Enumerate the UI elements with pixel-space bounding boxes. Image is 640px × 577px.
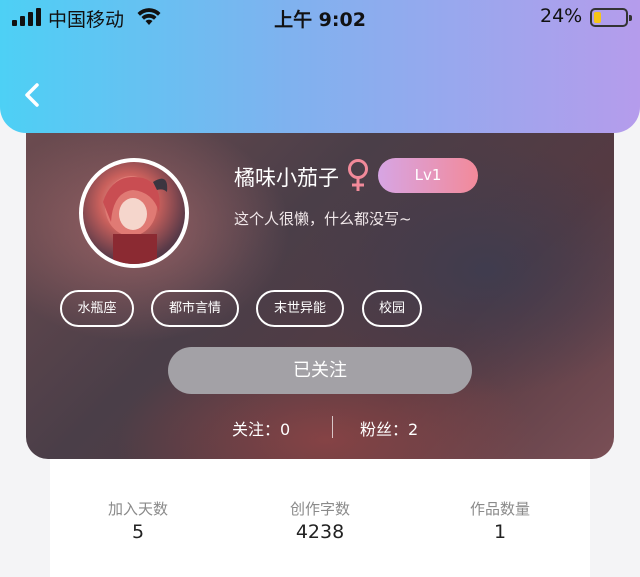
battery-percent: 24% [540, 5, 583, 27]
tag-item[interactable]: 都市言情 [151, 290, 239, 327]
tag-item[interactable]: 末世异能 [256, 290, 344, 327]
female-icon [348, 159, 368, 191]
divider [332, 416, 333, 438]
stat-label: 作品数量 [469, 500, 530, 518]
level-badge: Lv1 [378, 158, 478, 193]
stat-label: 加入天数 [107, 500, 168, 518]
battery-icon [590, 8, 632, 27]
profile-card: 橘味小茄子 Lv1 这个人很懒，什么都没写~ 水瓶座 都市言情 末世异能 校园 … [26, 110, 614, 459]
bio: 这个人很懒，什么都没写~ [234, 210, 412, 228]
fans-count[interactable]: 粉丝：2 [360, 416, 418, 440]
back-button[interactable] [18, 80, 48, 110]
stat-value: 5 [131, 521, 145, 543]
follow-button[interactable]: 已关注 [168, 347, 472, 394]
username: 橘味小茄子 [234, 166, 339, 190]
avatar[interactable] [79, 158, 189, 268]
tag-item[interactable]: 校园 [362, 290, 422, 327]
stat-works-count: 作品数量 1 [430, 498, 570, 543]
stat-value: 4238 [295, 521, 345, 543]
battery-level [594, 12, 601, 23]
tag-item[interactable]: 水瓶座 [60, 290, 134, 327]
status-bar: 中国移动 上午 9:02 24% [0, 0, 640, 36]
stats-panel: 加入天数 5 创作字数 4238 作品数量 1 [50, 440, 590, 577]
stat-join-days: 加入天数 5 [68, 498, 208, 543]
stat-label: 创作字数 [289, 500, 350, 518]
header: 中国移动 上午 9:02 24% [0, 0, 640, 133]
avatar-illustration [103, 176, 168, 264]
stat-value: 1 [493, 521, 507, 543]
following-count[interactable]: 关注：0 [232, 416, 290, 440]
stat-word-count: 创作字数 4238 [250, 498, 390, 543]
